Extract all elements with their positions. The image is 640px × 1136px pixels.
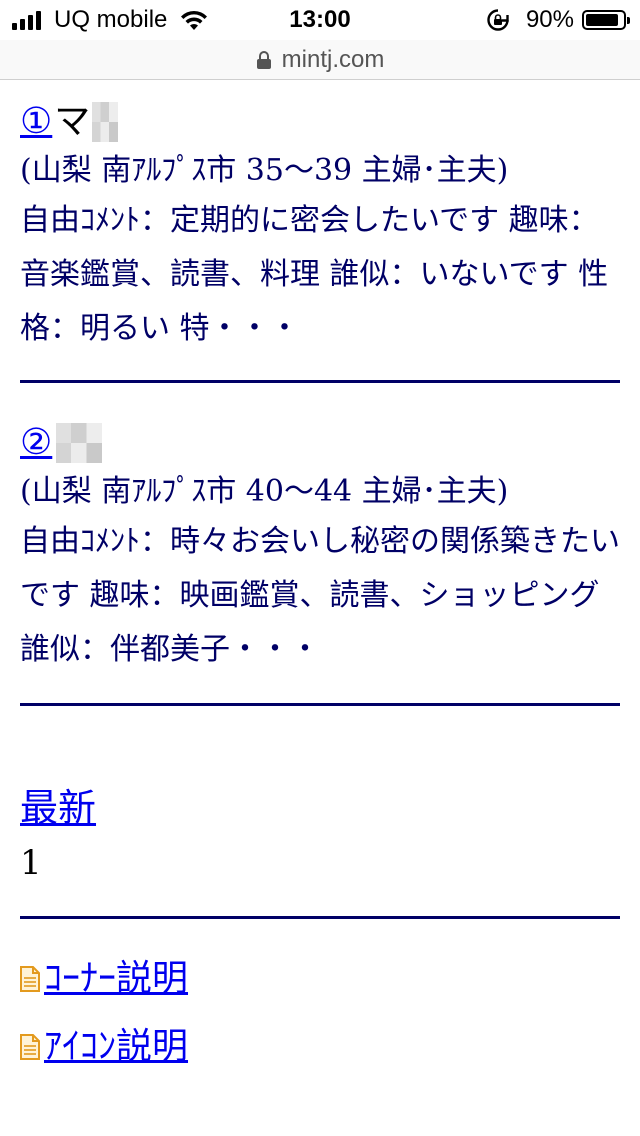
- url-domain: mintj.com: [281, 45, 385, 73]
- lock-icon: [256, 50, 271, 69]
- corner-description-item: ｺｰﾅｰ説明: [20, 949, 620, 1009]
- latest-link[interactable]: 最新: [20, 786, 96, 830]
- corner-description-link[interactable]: ｺｰﾅｰ説明: [44, 955, 188, 1003]
- post-header: ① マ: [20, 96, 620, 148]
- footer-links: ｺｰﾅｰ説明 ｱｲｺﾝ説明: [20, 949, 620, 1077]
- post-name: マ: [54, 101, 91, 142]
- post-number-link[interactable]: ①: [20, 98, 52, 146]
- post-body: 自由ｺﾒﾝﾄ：定期的に密会したいです 趣味：音楽鑑賞、読書、料理 誰似：いないで…: [20, 203, 609, 346]
- document-icon: [20, 966, 40, 992]
- status-right: 90%: [486, 6, 630, 34]
- post-body: 自由ｺﾒﾝﾄ：時々お会いし秘密の関係築きたいです 趣味：映画鑑賞、読書、ショッピ…: [20, 524, 620, 667]
- document-icon: [20, 1034, 40, 1060]
- battery-nub: [627, 17, 630, 24]
- current-page-number: 1: [20, 843, 42, 883]
- battery-fill: [586, 14, 618, 26]
- divider: [20, 703, 620, 706]
- url-bar[interactable]: mintj.com: [0, 40, 640, 80]
- status-bar: UQ mobile 13:00 90%: [0, 0, 640, 42]
- list-item: ② (山梨 南ｱﾙﾌﾟｽ市 40〜44 主婦･主夫) 自由ｺﾒﾝﾄ：時々お会いし…: [20, 417, 620, 677]
- icon-description-item: ｱｲｺﾝ説明: [20, 1017, 620, 1077]
- name-mosaic: [92, 102, 119, 142]
- icon-description-link[interactable]: ｱｲｺﾝ説明: [44, 1023, 188, 1071]
- battery-percent: 90%: [525, 6, 574, 33]
- post-number-link[interactable]: ②: [20, 419, 52, 467]
- pager: 最新: [20, 784, 620, 832]
- name-mosaic: [56, 423, 103, 463]
- rotation-lock-icon: [487, 9, 509, 31]
- post-meta: (山梨 南ｱﾙﾌﾟｽ市 35〜39 主婦･主夫): [20, 153, 509, 188]
- post-header: ②: [20, 417, 620, 469]
- post-meta: (山梨 南ｱﾙﾌﾟｽ市 40〜44 主婦･主夫): [20, 474, 509, 509]
- list-item: ① マ (山梨 南ｱﾙﾌﾟｽ市 35〜39 主婦･主夫) 自由ｺﾒﾝﾄ：定期的に…: [20, 96, 620, 356]
- battery-icon: [582, 10, 630, 30]
- main-content: ① マ (山梨 南ｱﾙﾌﾟｽ市 35〜39 主婦･主夫) 自由ｺﾒﾝﾄ：定期的に…: [20, 96, 620, 1085]
- divider: [20, 916, 620, 919]
- divider: [20, 380, 620, 383]
